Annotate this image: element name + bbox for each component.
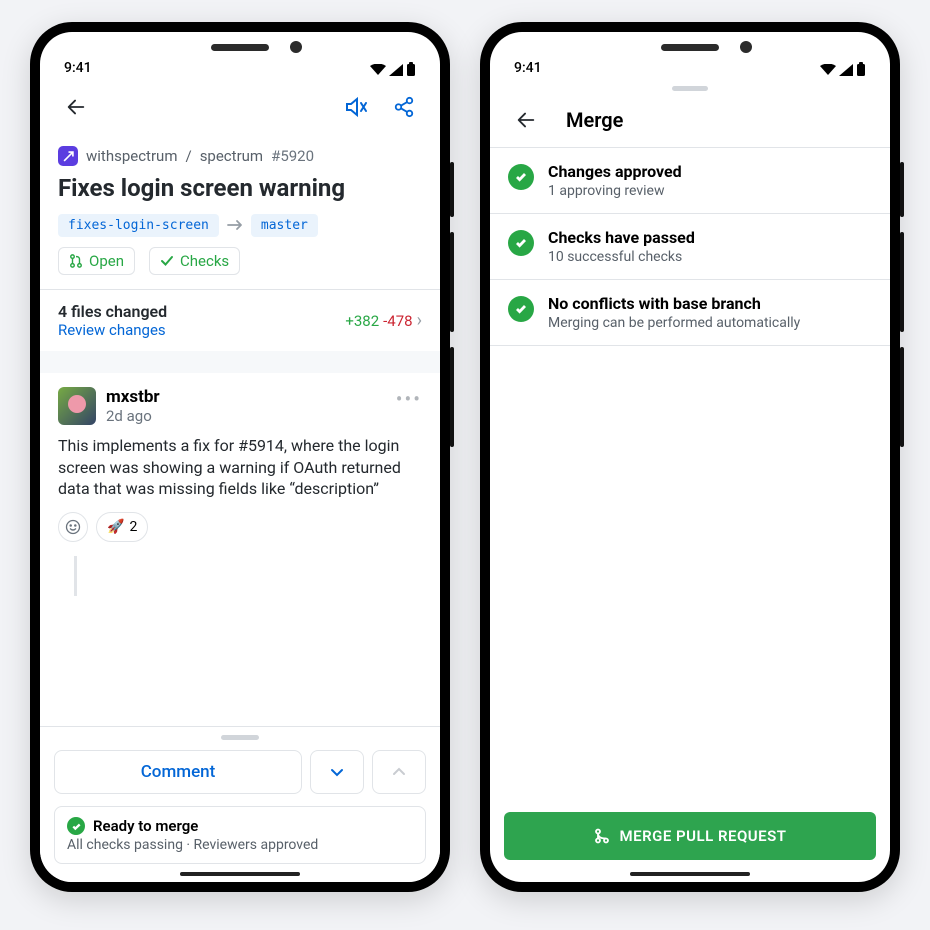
status-icons — [370, 62, 416, 76]
signal-icon — [389, 64, 403, 76]
battery-icon — [406, 62, 416, 76]
target-branch[interactable]: master — [251, 214, 318, 237]
chevron-up-icon — [390, 763, 408, 781]
clock: 9:41 — [64, 60, 92, 76]
git-pull-request-icon — [69, 254, 83, 268]
breadcrumb-org: withspectrum — [86, 147, 177, 165]
bottom-sheet: Comment Ready to merge All checks passin… — [40, 726, 440, 882]
page-title: Merge — [566, 108, 623, 132]
repo-avatar-icon — [58, 146, 78, 166]
breadcrumb-repo: spectrum — [200, 147, 263, 165]
reaction-count: 2 — [129, 519, 137, 535]
merge-item-conflicts: No conflicts with base branch Merging ca… — [490, 280, 890, 346]
merge-item-subtitle: 1 approving review — [548, 183, 682, 199]
branch-row: fixes-login-screen master — [58, 214, 422, 237]
comment-card: mxstbr 2d ago ••• This implements a fix … — [58, 373, 422, 542]
phone-left: 9:41 withspectrum / s — [30, 22, 450, 892]
status-bar: 9:41 — [490, 32, 890, 80]
app-header — [40, 80, 440, 134]
reaction-rocket[interactable]: 🚀 2 — [96, 512, 148, 542]
timeline-track — [40, 556, 440, 596]
additions-count: +382 — [345, 312, 379, 330]
share-icon[interactable] — [386, 89, 422, 125]
comment-author[interactable]: mxstbr — [106, 387, 160, 407]
files-changed-label: 4 files changed — [58, 302, 167, 321]
check-circle-icon — [508, 230, 534, 256]
merge-item-title: Changes approved — [548, 162, 682, 181]
pr-title: Fixes login screen warning — [58, 174, 422, 202]
check-circle-icon — [508, 296, 534, 322]
status-icons — [820, 62, 866, 76]
back-button[interactable] — [508, 102, 544, 138]
breadcrumb[interactable]: withspectrum / spectrum #5920 — [58, 146, 422, 166]
comment-button[interactable]: Comment — [54, 750, 302, 794]
merge-item-title: Checks have passed — [548, 228, 695, 247]
phone-right: 9:41 Merge Changes approved 1 approving … — [480, 22, 900, 892]
pr-open-chip[interactable]: Open — [58, 247, 135, 275]
merge-item-checks: Checks have passed 10 successful checks — [490, 214, 890, 280]
merge-status-title: Ready to merge — [93, 817, 198, 835]
chevron-down-icon — [328, 763, 346, 781]
deletions-count: -478 — [383, 312, 412, 330]
clock: 9:41 — [514, 60, 542, 76]
sheet-handle[interactable] — [221, 735, 259, 740]
chevron-right-icon: › — [417, 310, 422, 331]
checks-chip[interactable]: Checks — [149, 247, 240, 275]
sheet-handle[interactable] — [672, 86, 708, 91]
check-circle-icon — [508, 164, 534, 190]
merge-item-subtitle: 10 successful checks — [548, 249, 695, 265]
comment-body: This implements a fix for #5914, where t… — [58, 435, 422, 500]
home-indicator[interactable] — [180, 872, 300, 876]
review-changes-link: Review changes — [58, 321, 167, 339]
files-changed-row[interactable]: 4 files changed Review changes +382 -478… — [58, 290, 422, 351]
arrow-right-icon — [227, 216, 243, 235]
merge-pull-request-button[interactable]: MERGE PULL REQUEST — [504, 812, 876, 860]
check-circle-icon — [67, 817, 85, 835]
signal-icon — [839, 64, 853, 76]
comment-overflow-icon[interactable]: ••• — [396, 387, 422, 411]
back-button[interactable] — [58, 89, 94, 125]
smile-icon — [65, 519, 81, 535]
git-merge-icon — [594, 828, 610, 844]
rocket-icon: 🚀 — [107, 519, 124, 535]
status-bar: 9:41 — [40, 32, 440, 80]
source-branch[interactable]: fixes-login-screen — [58, 214, 219, 237]
comment-time: 2d ago — [106, 407, 160, 425]
check-icon — [160, 254, 174, 268]
merge-header: Merge — [490, 93, 890, 147]
merge-checklist: Changes approved 1 approving review Chec… — [490, 148, 890, 346]
pr-number: #5920 — [271, 147, 314, 165]
wifi-icon — [370, 64, 386, 76]
merge-status-subtitle: All checks passing · Reviewers approved — [67, 837, 413, 853]
avatar[interactable] — [58, 387, 96, 425]
wifi-icon — [820, 64, 836, 76]
add-reaction-button[interactable] — [58, 512, 88, 542]
home-indicator[interactable] — [630, 872, 750, 876]
prev-comment-button[interactable] — [372, 750, 426, 794]
mute-icon[interactable] — [338, 89, 374, 125]
merge-status-card[interactable]: Ready to merge All checks passing · Revi… — [54, 806, 426, 864]
next-comment-button[interactable] — [310, 750, 364, 794]
merge-item-subtitle: Merging can be performed automatically — [548, 315, 800, 331]
battery-icon — [856, 62, 866, 76]
merge-item-title: No conflicts with base branch — [548, 294, 800, 313]
merge-item-approved: Changes approved 1 approving review — [490, 148, 890, 214]
